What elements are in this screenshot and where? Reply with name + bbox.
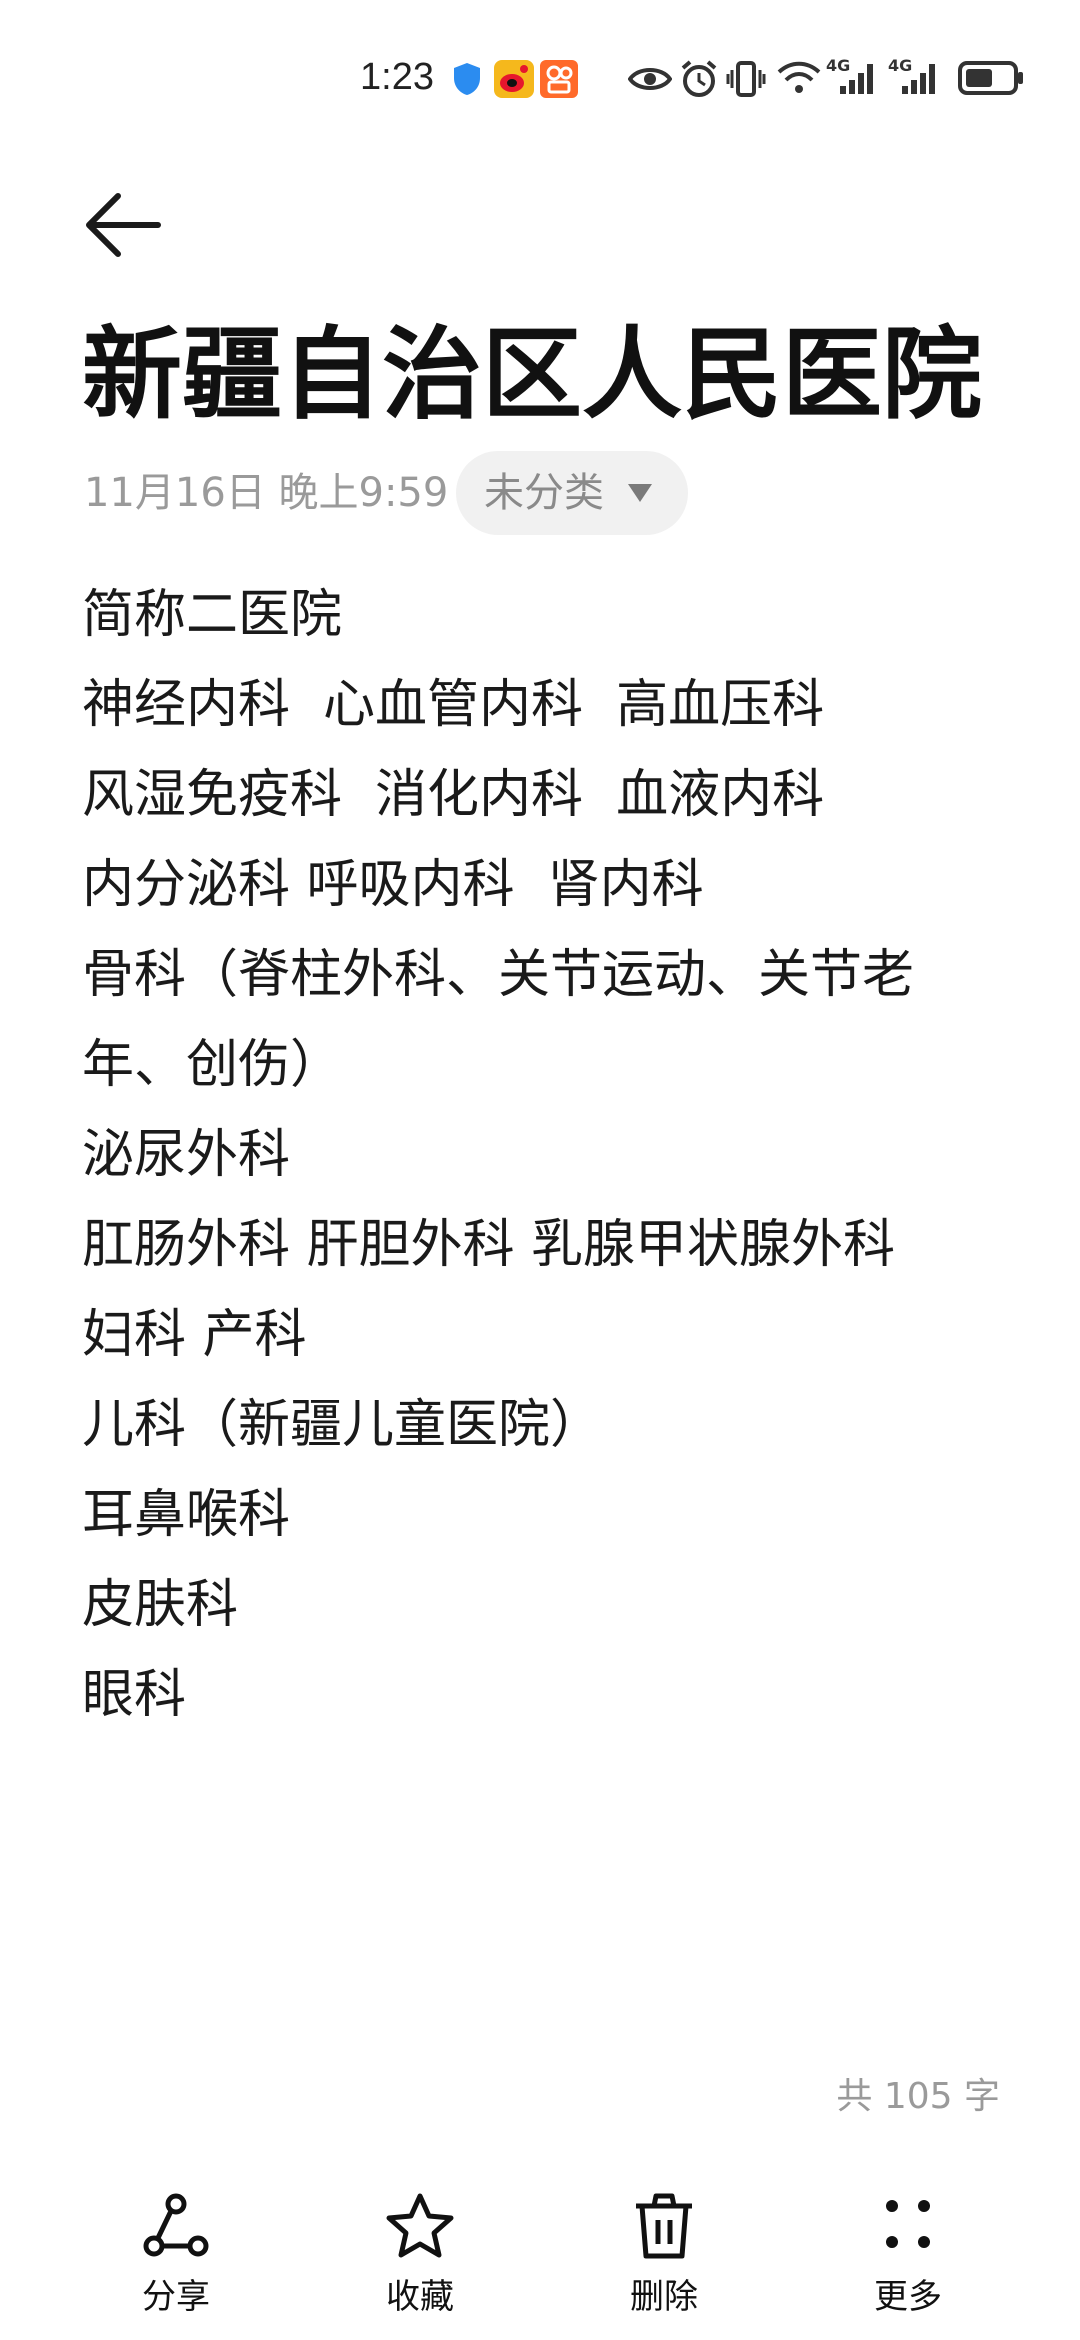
note-line: 儿科（新疆儿童医院） [82, 1395, 603, 1455]
note-title[interactable]: 新疆自治区人民医院 [82, 310, 982, 440]
trash-icon [636, 2193, 692, 2259]
note-line: 神经内科 心血管内科 高血压科 [82, 675, 825, 735]
back-arrow-icon [86, 193, 161, 257]
chevron-down-icon [628, 484, 652, 502]
alarm-icon [681, 60, 717, 97]
back-button[interactable] [78, 180, 168, 270]
app-notification-icon [540, 60, 578, 98]
note-line: 年、创伤） [82, 1035, 343, 1095]
bottom-toolbar: 分享 收藏 删除 更多 [0, 2180, 1080, 2340]
note-line: 简称二医院 [82, 585, 343, 645]
note-line: 泌尿外科 [82, 1125, 291, 1185]
word-count: 共 105 字 [836, 2076, 1000, 2117]
signal-strength-icon [840, 64, 873, 94]
wifi-icon [777, 61, 821, 93]
category-label: 未分类 [484, 470, 604, 516]
share-icon [143, 2193, 209, 2257]
eye-comfort-icon [628, 68, 672, 90]
note-line: 皮肤科 [82, 1575, 239, 1635]
status-bar: 1:23 4G 4G [0, 0, 1080, 150]
more-label: 更多 [874, 2277, 942, 2317]
signal-strength-icon [902, 64, 935, 94]
note-body[interactable]: 简称二医院 神经内科 心血管内科 高血压科 风湿免疫科 消化内科 血液内科 内分… [82, 570, 1022, 1740]
note-line: 风湿免疫科 消化内科 血液内科 [82, 765, 825, 825]
share-button[interactable]: 分享 [76, 2180, 276, 2330]
note-line: 内分泌科 呼吸内科 肾内科 [82, 855, 704, 915]
shield-icon [454, 63, 480, 95]
note-line: 眼科 [82, 1665, 187, 1725]
note-date: 11月16日 晚上9:59 [84, 470, 449, 516]
status-time: 1:23 [360, 56, 434, 98]
note-line: 妇科 产科 [82, 1305, 307, 1365]
weibo-icon [494, 60, 534, 98]
share-label: 分享 [142, 2277, 210, 2317]
delete-label: 删除 [630, 2277, 698, 2317]
more-button[interactable]: 更多 [808, 2180, 1008, 2330]
category-dropdown[interactable]: 未分类 [456, 451, 688, 535]
note-line: 耳鼻喉科 [82, 1485, 291, 1545]
note-line: 骨科（脊柱外科、关节运动、关节老 [82, 945, 915, 1005]
favorite-label: 收藏 [386, 2277, 454, 2317]
vibrate-icon [726, 61, 766, 97]
favorite-button[interactable]: 收藏 [320, 2180, 520, 2330]
more-dots-icon [886, 2200, 930, 2248]
star-icon [386, 2193, 454, 2258]
note-line: 肛肠外科 肝胆外科 乳腺甲状腺外科 [82, 1215, 896, 1275]
battery-icon [958, 61, 1023, 95]
delete-button[interactable]: 删除 [564, 2180, 764, 2330]
